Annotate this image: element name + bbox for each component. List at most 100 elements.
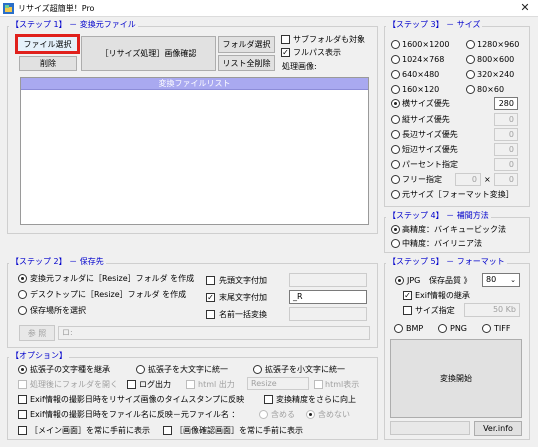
size-label-1280: 1280×960 xyxy=(477,40,520,49)
ext-upper-radio[interactable] xyxy=(136,365,145,374)
size-radio-1280[interactable] xyxy=(466,40,475,49)
prefix-checkbox[interactable] xyxy=(206,276,215,285)
subfolder-label: サブフォルダも対象 xyxy=(293,35,365,44)
original-size-radio[interactable] xyxy=(391,190,400,199)
png-label: PNG xyxy=(450,324,468,333)
free-width-input[interactable]: 0 xyxy=(455,173,481,186)
html-checkbox[interactable] xyxy=(186,380,195,389)
prefix-input[interactable] xyxy=(289,273,367,287)
log-label: ログ出力 xyxy=(139,380,171,389)
main-front-checkbox[interactable] xyxy=(18,426,27,435)
width-priority-label: 横サイズ優先 xyxy=(402,99,450,108)
size-spec-value: 50 xyxy=(492,305,504,314)
open-folder-checkbox[interactable] xyxy=(18,380,27,389)
list-clear-button[interactable]: リスト全削除 xyxy=(218,55,275,71)
mid-precision-radio[interactable] xyxy=(391,239,400,248)
height-priority-input[interactable]: 0 xyxy=(494,113,518,126)
suffix-checkbox[interactable]: ✓ xyxy=(206,293,215,302)
file-select-button[interactable]: ファイル選択 xyxy=(15,34,80,54)
include-radio[interactable] xyxy=(259,410,268,419)
short-side-radio[interactable] xyxy=(391,145,400,154)
percent-input[interactable]: 0 xyxy=(494,158,518,171)
jpg-radio[interactable] xyxy=(395,276,404,285)
jpg-label: JPG xyxy=(407,276,421,285)
save-source-folder-radio[interactable] xyxy=(18,274,27,283)
size-spec-checkbox[interactable] xyxy=(403,306,412,315)
rename-checkbox[interactable] xyxy=(206,310,215,319)
confirm-front-label: ［画像確認画面］を常に手前に表示 xyxy=(175,426,303,435)
short-side-input[interactable]: 0 xyxy=(494,143,518,156)
save-select-location-radio[interactable] xyxy=(18,306,27,315)
fullpath-checkbox[interactable]: ✓ xyxy=(281,48,290,57)
quality-value: 80 xyxy=(486,275,497,284)
size-radio-1024[interactable] xyxy=(391,55,400,64)
size-radio-160[interactable] xyxy=(391,85,400,94)
quality-label: 保存品質 》 xyxy=(429,276,472,285)
ext-upper-label: 拡張子を大文字に統一 xyxy=(148,365,228,374)
log-checkbox[interactable] xyxy=(127,380,136,389)
free-times-label: × xyxy=(484,175,491,184)
free-size-radio[interactable] xyxy=(391,175,400,184)
long-side-radio[interactable] xyxy=(391,130,400,139)
height-priority-radio[interactable] xyxy=(391,115,400,124)
bmp-radio[interactable] xyxy=(394,324,403,333)
size-radio-80[interactable] xyxy=(466,85,475,94)
tiff-label: TIFF xyxy=(494,324,511,333)
ext-inherit-radio[interactable] xyxy=(18,365,27,374)
title-bar: リサイズ超簡単！Pro ✕ xyxy=(0,0,538,16)
short-side-label: 短辺サイズ優先 xyxy=(402,145,458,154)
version-info-button[interactable]: Ver.info xyxy=(474,421,522,436)
subfolder-checkbox[interactable] xyxy=(281,35,290,44)
exif-date-checkbox[interactable] xyxy=(18,395,27,404)
png-radio[interactable] xyxy=(438,324,447,333)
exif-inherit-checkbox[interactable]: ✓ xyxy=(403,291,412,300)
html-input[interactable]: Resize xyxy=(247,377,309,390)
close-icon[interactable]: ✕ xyxy=(518,1,532,15)
mid-precision-label: 中精度：バイリニア法 xyxy=(402,239,482,248)
exif-date-label: Exif情報の撮影日時をリサイズ画像のタイムスタンプに反映 xyxy=(30,395,245,404)
suffix-input[interactable]: _R xyxy=(289,290,367,304)
free-size-label: フリー指定 xyxy=(402,175,442,184)
exif-name-checkbox[interactable] xyxy=(18,410,27,419)
html-view-checkbox[interactable] xyxy=(314,380,323,389)
size-radio-640[interactable] xyxy=(391,70,400,79)
size-spec-label: サイズ指定 xyxy=(415,306,455,315)
size-label-320: 320×240 xyxy=(477,70,515,79)
ext-lower-radio[interactable] xyxy=(253,365,262,374)
folder-select-button[interactable]: フォルダ選択 xyxy=(218,36,275,53)
save-path-input[interactable]: ロ: xyxy=(58,326,370,340)
precision-checkbox[interactable] xyxy=(264,395,273,404)
size-radio-800[interactable] xyxy=(466,55,475,64)
unused-button[interactable] xyxy=(390,421,470,435)
save-source-folder-label: 変換元フォルダに［Resize］フォルダ を作成 xyxy=(30,274,195,283)
file-list[interactable]: 変換ファイルリスト xyxy=(20,77,369,225)
size-spec-input[interactable]: 50 Kb xyxy=(464,303,520,317)
quality-select[interactable]: 80 ⌄ xyxy=(482,273,520,287)
save-desktop-radio[interactable] xyxy=(18,290,27,299)
exclude-radio[interactable] xyxy=(306,410,315,419)
high-precision-radio[interactable] xyxy=(391,225,400,234)
tiff-radio[interactable] xyxy=(482,324,491,333)
rename-input[interactable] xyxy=(289,307,367,321)
resize-confirm-button[interactable]: ［リサイズ処理］画像確認 xyxy=(81,36,216,71)
step3-title: 【ステップ 3】 － サイズ xyxy=(386,20,483,30)
size-label-160: 160×120 xyxy=(402,85,440,94)
size-label-640: 640×480 xyxy=(402,70,440,79)
delete-button[interactable]: 削除 xyxy=(19,56,77,71)
width-priority-input[interactable]: 280 xyxy=(494,97,518,110)
width-priority-radio[interactable] xyxy=(391,99,400,108)
browse-button[interactable]: 参 照 xyxy=(19,325,55,341)
convert-start-button[interactable]: 変換開始 xyxy=(390,339,522,418)
percent-radio[interactable] xyxy=(391,160,400,169)
size-radio-320[interactable] xyxy=(466,70,475,79)
chevron-down-icon: ⌄ xyxy=(510,276,516,284)
html-label: html 出力 xyxy=(198,380,235,389)
include-label: 含める xyxy=(271,410,295,419)
height-priority-label: 縦サイズ優先 xyxy=(402,115,450,124)
free-height-input[interactable]: 0 xyxy=(494,173,518,186)
size-radio-1600[interactable] xyxy=(391,40,400,49)
confirm-front-checkbox[interactable] xyxy=(163,426,172,435)
app-icon xyxy=(3,3,14,14)
suffix-label: 末尾文字付加 xyxy=(219,293,267,302)
long-side-input[interactable]: 0 xyxy=(494,128,518,141)
